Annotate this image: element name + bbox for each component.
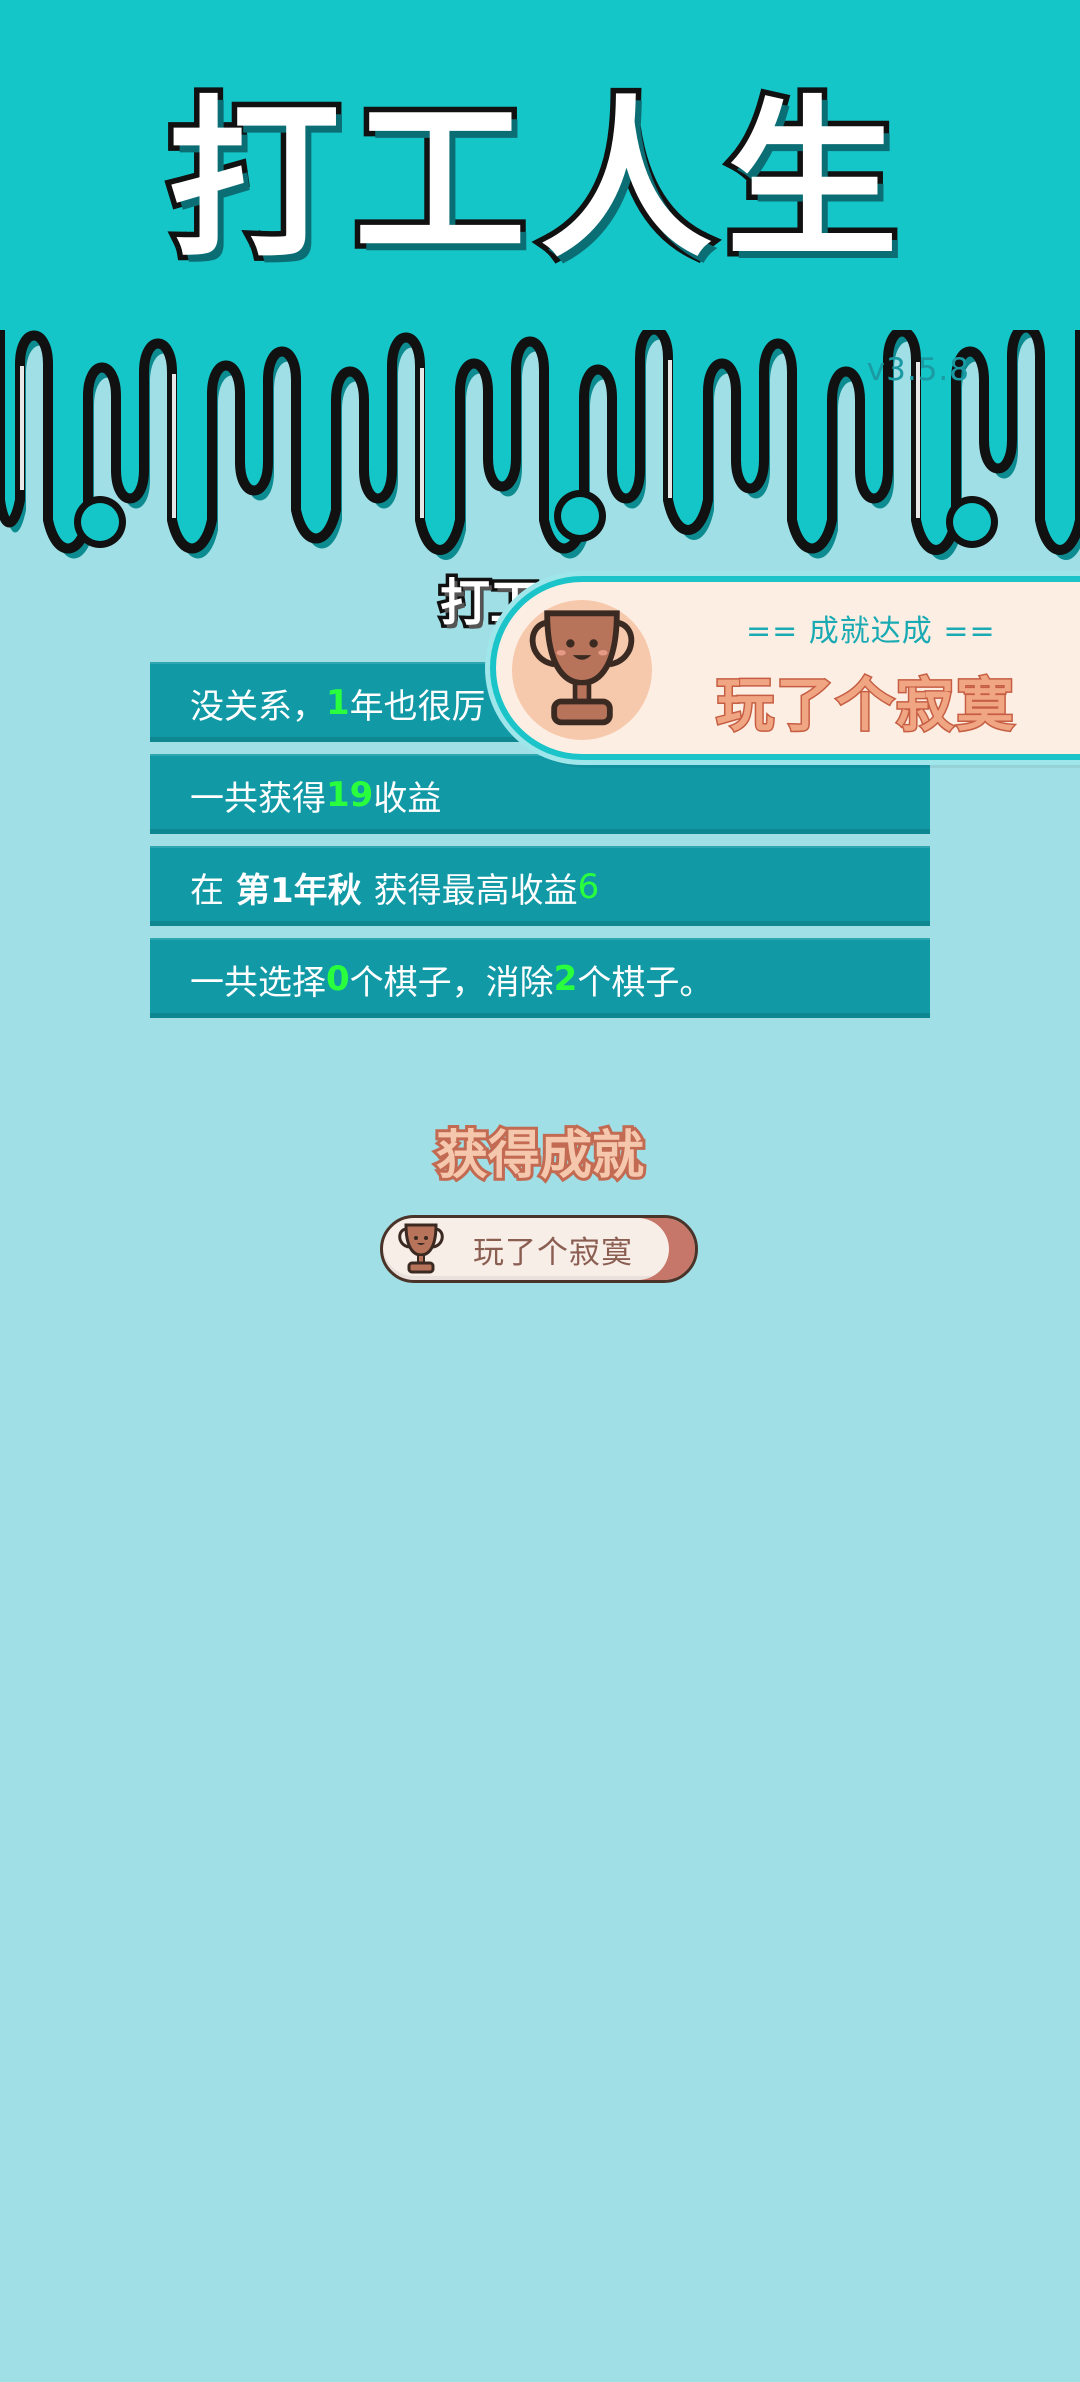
- stat-text: 个棋子，消除: [349, 962, 554, 1003]
- game-title: 打工人生: [163, 80, 912, 281]
- stat-value: 6: [577, 867, 600, 907]
- stat-text: 获得最高收益: [373, 870, 578, 911]
- stat-value: 19: [326, 775, 374, 815]
- achievement-badge[interactable]: 玩了个寂寞: [380, 1215, 698, 1283]
- stat-value: 0: [326, 959, 350, 999]
- achievement-badge-label: 玩了个寂寞: [473, 1234, 633, 1271]
- stat-value: 1: [326, 683, 350, 723]
- stat-text: 收益: [373, 778, 442, 819]
- version-label: v3.5.8: [866, 352, 970, 388]
- stat-season: 第1年秋: [236, 870, 362, 911]
- achievement-toast[interactable]: == 成就达成 == 玩了个寂寞: [490, 576, 1080, 760]
- stat-text: 个棋子。: [577, 962, 714, 1003]
- stat-row-income: 一共获得 19 收益: [150, 754, 930, 834]
- trophy-icon: [529, 610, 635, 726]
- toast-title: 玩了个寂寞: [714, 670, 1017, 741]
- stat-text: 年也很厉: [349, 686, 486, 727]
- achievements-heading: 获得成就: [433, 1126, 647, 1186]
- stat-text: 在: [190, 870, 224, 911]
- toast-subtitle: == 成就达成 ==: [746, 614, 996, 649]
- stat-text: 一共选择: [190, 962, 326, 1003]
- stat-text: 没关系，: [190, 686, 326, 727]
- trophy-icon: [398, 1223, 444, 1274]
- stat-row-pieces: 一共选择 0 个棋子，消除 2 个棋子。: [150, 938, 930, 1018]
- stat-row-best-income: 在第1年秋 获得最高收益 6: [150, 846, 930, 926]
- stat-text: 一共获得: [190, 778, 326, 819]
- stat-value: 2: [553, 959, 578, 999]
